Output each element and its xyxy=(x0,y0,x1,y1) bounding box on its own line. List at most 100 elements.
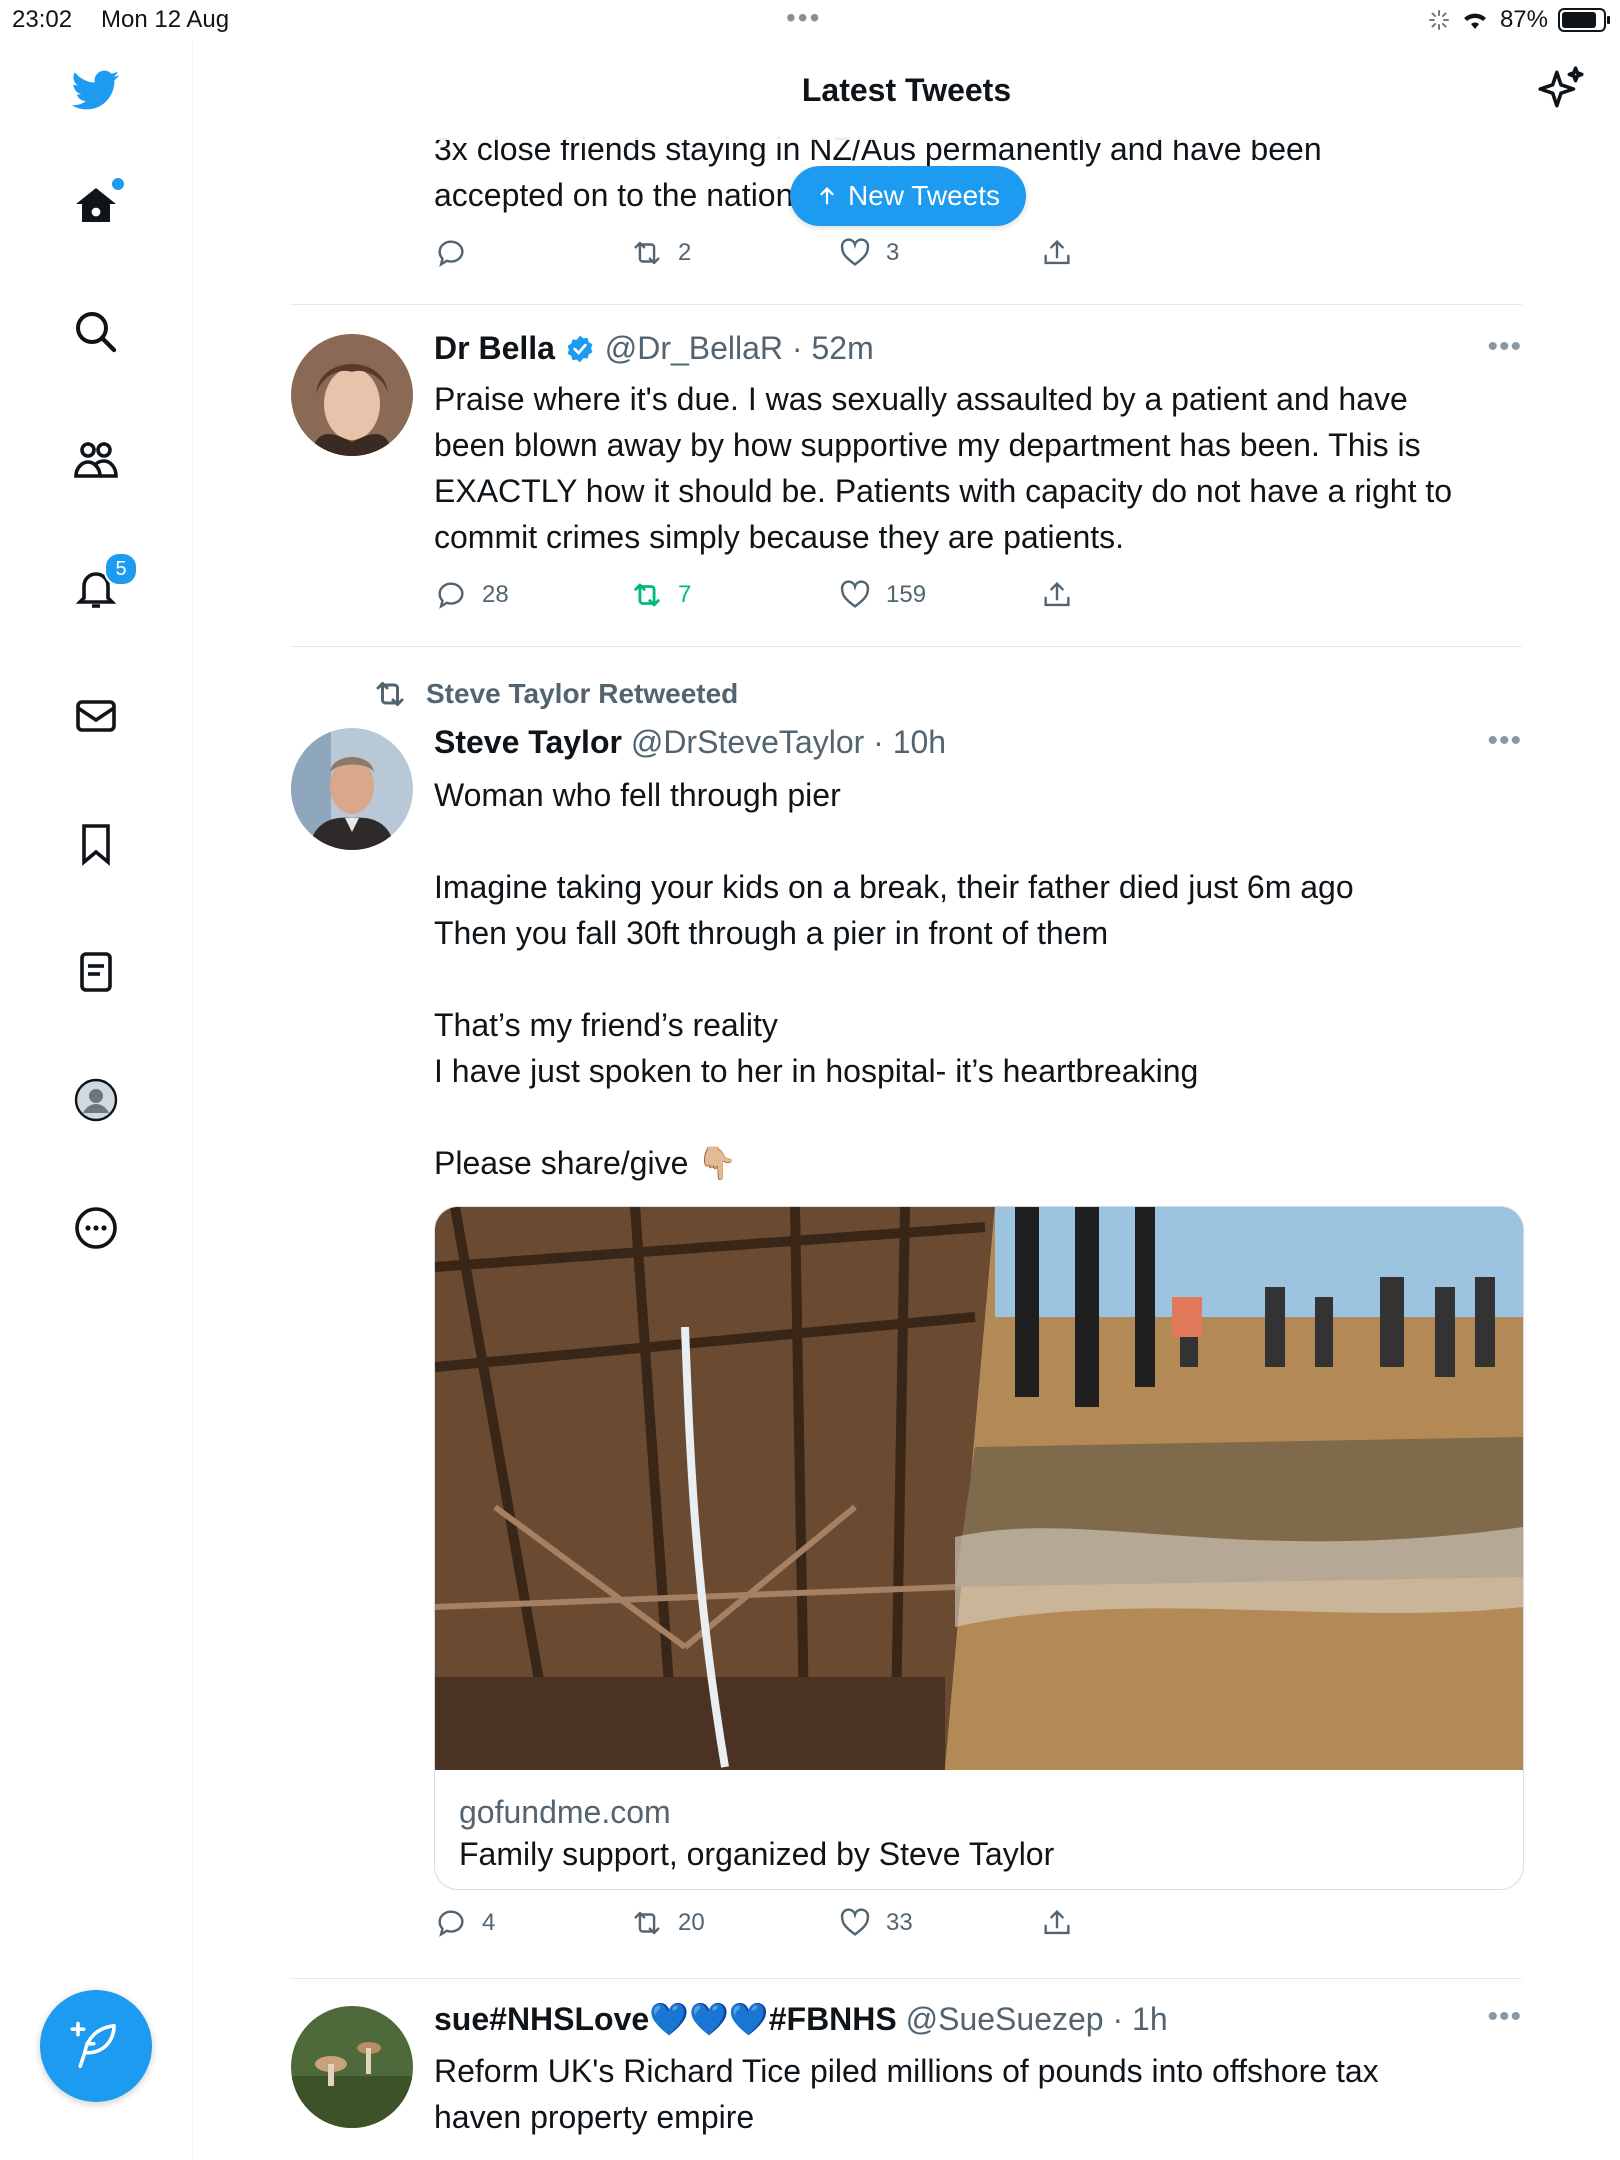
tweet-4-author-name[interactable]: sue#NHSLove💙💙💙#FBNHS xyxy=(434,2001,897,2037)
status-bar: 23:02 Mon 12 Aug ••• 87% xyxy=(0,0,1620,40)
heart-icon xyxy=(840,238,870,266)
sidebar: 5 xyxy=(0,40,193,2160)
link-card-image xyxy=(435,1207,1523,1770)
tweet-2-line-3: EXACTLY how it should be. Patients with … xyxy=(434,473,1453,509)
avatar-dr-bella[interactable] xyxy=(291,334,413,456)
tweet-4-text: Reform UK's Richard Tice piled millions … xyxy=(434,2048,1524,2140)
reply-icon xyxy=(438,240,464,267)
bookmark-icon[interactable] xyxy=(66,814,126,874)
tweet-1-actions: 2 3 xyxy=(434,236,1134,276)
tweet-4-handle[interactable]: @SueSuezep xyxy=(906,2001,1104,2037)
tweet-2-time[interactable]: · 52m xyxy=(792,330,874,366)
compose-tweet-button[interactable] xyxy=(40,1990,152,2102)
lists-icon[interactable] xyxy=(66,942,126,1002)
retweet-icon xyxy=(376,682,404,706)
tweet-2-more-icon[interactable]: ••• xyxy=(1487,330,1522,364)
reply-count: 28 xyxy=(482,581,509,608)
tweet-2-handle[interactable]: @Dr_BellaR xyxy=(605,330,783,366)
compose-feather-icon xyxy=(70,2021,116,2069)
share-icon xyxy=(1044,239,1070,265)
tweet-3-line-7: I have just spoken to her in hospital- i… xyxy=(434,1053,1199,1089)
tweet-3-line-9: Please share/give 👇🏼 xyxy=(434,1145,738,1181)
heart-icon xyxy=(840,580,870,608)
activity-spinner-icon xyxy=(1428,10,1449,30)
share-button[interactable] xyxy=(1040,236,1074,270)
new-tweets-label: New Tweets xyxy=(848,180,1000,211)
tweet-3-time[interactable]: · 10h xyxy=(873,724,946,760)
tweet-3-text: Woman who fell through pier Imagine taki… xyxy=(434,772,1524,1186)
retweet-button[interactable]: 2 xyxy=(630,236,691,270)
home-icon[interactable] xyxy=(66,176,126,236)
tweet-3-line-6: That’s my friend’s reality xyxy=(434,1007,778,1043)
tweet-2-line-1: Praise where it's due. I was sexually as… xyxy=(434,381,1408,417)
reply-icon xyxy=(438,582,464,609)
new-tweets-button[interactable]: New Tweets xyxy=(790,166,1026,226)
twitter-logo-icon[interactable] xyxy=(66,60,126,120)
tweet-3-more-icon[interactable]: ••• xyxy=(1487,724,1522,758)
reply-button[interactable]: 4 xyxy=(434,1906,495,1940)
tweet-3-header: Steve Taylor @DrSteveTaylor · 10h xyxy=(434,724,946,761)
share-button[interactable] xyxy=(1040,578,1074,612)
retweeted-by[interactable]: Steve Taylor Retweeted xyxy=(372,676,738,712)
heart-icon xyxy=(840,1908,870,1936)
retweeted-by-label: Steve Taylor Retweeted xyxy=(426,678,739,709)
like-count: 159 xyxy=(886,581,927,608)
notifications-badge: 5 xyxy=(104,552,138,586)
battery-icon xyxy=(1558,8,1610,32)
reply-icon xyxy=(438,1910,464,1937)
tweet-3-author-name[interactable]: Steve Taylor xyxy=(434,724,622,760)
tweet-4-time[interactable]: · 1h xyxy=(1112,2001,1167,2037)
tweet-2-text: Praise where it's due. I was sexually as… xyxy=(434,376,1524,560)
tweet-4-more-icon[interactable]: ••• xyxy=(1487,2000,1522,2034)
communities-icon[interactable] xyxy=(66,430,126,490)
profile-avatar-icon[interactable] xyxy=(66,1070,126,1130)
retweet-button[interactable]: 20 xyxy=(630,1906,705,1940)
tweet-4-line-2: haven property empire xyxy=(434,2099,755,2135)
link-card[interactable]: gofundme.com Family support, organized b… xyxy=(434,1206,1524,1890)
tweet-3-actions: 4 20 33 xyxy=(434,1906,1134,1946)
page-title: Latest Tweets xyxy=(801,72,1012,108)
status-time: 23:02 xyxy=(12,6,73,33)
tweet-4-line-1: Reform UK's Richard Tice piled millions … xyxy=(434,2053,1379,2089)
messages-envelope-icon[interactable] xyxy=(66,686,126,746)
share-icon xyxy=(1044,581,1070,607)
like-button[interactable]: 159 xyxy=(838,578,926,612)
reply-count: 4 xyxy=(482,1909,496,1936)
home-unread-dot xyxy=(112,178,124,190)
reply-button[interactable] xyxy=(434,236,482,270)
tweet-3-line-5 xyxy=(434,956,1524,1002)
multitasking-dots[interactable]: ••• xyxy=(786,2,821,34)
divider xyxy=(290,304,1522,305)
divider xyxy=(290,646,1522,647)
retweet-icon xyxy=(634,583,660,607)
tweet-2-actions: 28 7 159 xyxy=(434,578,1134,618)
battery-percent: 87% xyxy=(1499,6,1548,33)
like-button[interactable]: 3 xyxy=(838,236,899,270)
tweet-3-handle[interactable]: @DrSteveTaylor xyxy=(631,724,864,760)
avatar-steve-taylor[interactable] xyxy=(291,728,413,850)
tweet-4-header: sue#NHSLove💙💙💙#FBNHS @SueSuezep · 1h xyxy=(434,2000,1168,2038)
retweet-icon xyxy=(634,1911,660,1935)
link-card-title: Family support, organized by Steve Taylo… xyxy=(459,1836,1055,1872)
notifications-bell-icon[interactable]: 5 xyxy=(66,552,138,618)
verified-badge-icon xyxy=(567,335,593,363)
share-button[interactable] xyxy=(1040,1906,1074,1940)
link-card-domain: gofundme.com xyxy=(459,1794,671,1830)
tweet-2-line-4: commit crimes simply because they are pa… xyxy=(434,519,1125,555)
sparkle-icon[interactable] xyxy=(1536,64,1586,114)
retweet-count: 20 xyxy=(678,1909,705,1936)
tweet-2-author-name[interactable]: Dr Bella xyxy=(434,330,555,366)
share-icon xyxy=(1044,1909,1070,1935)
status-date: Mon 12 Aug xyxy=(101,6,230,33)
avatar-sue[interactable] xyxy=(291,2006,413,2128)
like-button[interactable]: 33 xyxy=(838,1906,913,1940)
like-count: 3 xyxy=(886,239,900,266)
more-options-icon[interactable] xyxy=(66,1198,126,1258)
tweet-3-line-8 xyxy=(434,1094,1524,1140)
search-icon[interactable] xyxy=(66,302,126,362)
reply-button[interactable]: 28 xyxy=(434,578,509,612)
retweet-button[interactable]: 7 xyxy=(630,578,691,612)
link-card-meta: gofundme.com Family support, organized b… xyxy=(459,1791,1054,1875)
arrow-up-icon xyxy=(820,187,834,205)
tweet-2-header: Dr Bella @Dr_BellaR · 52m xyxy=(434,330,874,367)
